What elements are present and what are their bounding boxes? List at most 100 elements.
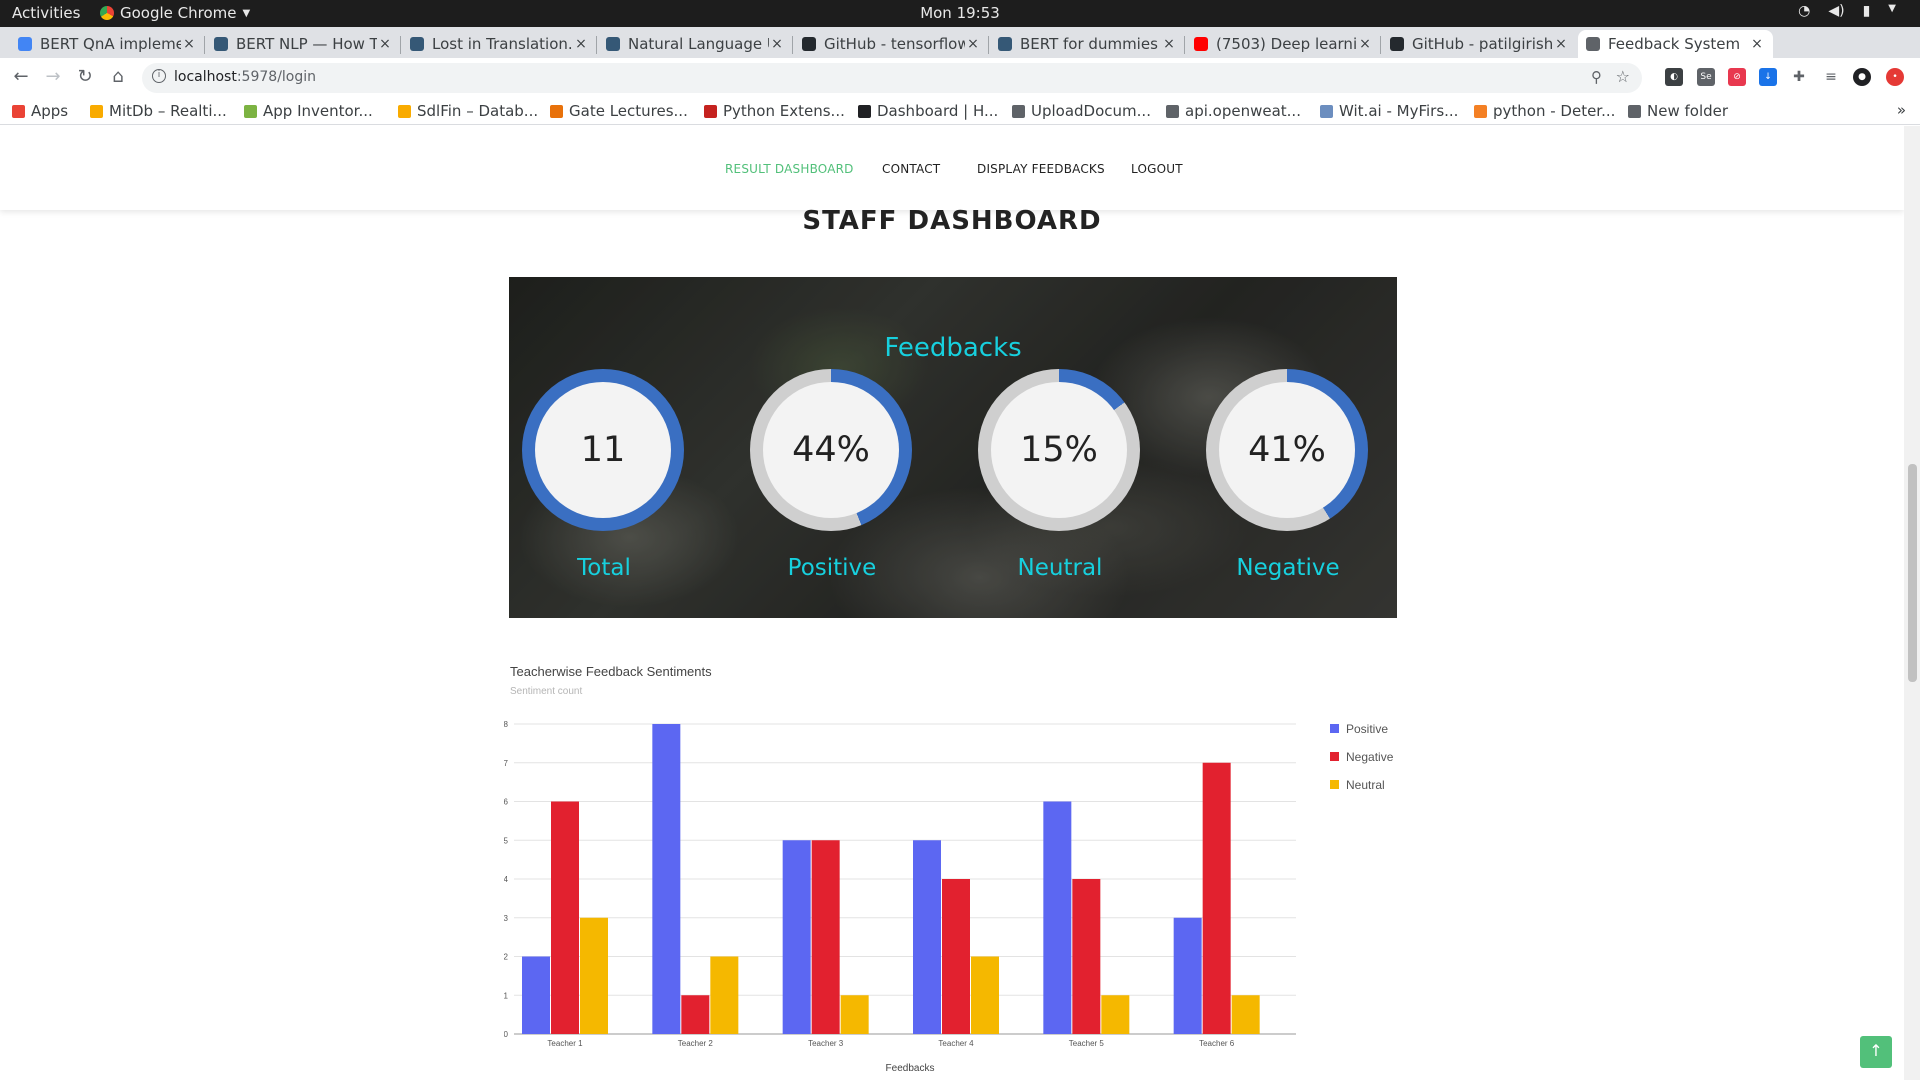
bookmark-apps[interactable]: Apps — [12, 102, 68, 120]
scrollbar-thumb[interactable] — [1908, 464, 1917, 682]
activities-button[interactable]: Activities — [12, 4, 80, 22]
battery-icon[interactable]: ▮ — [1863, 3, 1871, 19]
bar-negative-teacher-3[interactable] — [811, 840, 840, 1034]
browser-tab[interactable]: BERT QnA impleme × — [10, 30, 205, 58]
close-tab-icon[interactable]: × — [1553, 36, 1569, 52]
legend-label[interactable]: Negative — [1346, 750, 1394, 764]
nav-display-feedbacks[interactable]: DISPLAY FEEDBACKS — [977, 162, 1105, 176]
close-tab-icon[interactable]: × — [181, 36, 197, 52]
bookmark-item[interactable]: python - Deter... — [1474, 102, 1615, 120]
browser-tab[interactable]: Natural Language U × — [598, 30, 793, 58]
home-icon[interactable]: ⌂ — [106, 66, 130, 87]
chart-title: Teacherwise Feedback Sentiments — [510, 664, 712, 679]
bookmark-star-icon[interactable]: ☆ — [1616, 67, 1630, 86]
bar-positive-teacher-5[interactable] — [1043, 801, 1072, 1035]
notification-icon[interactable]: • — [1886, 68, 1904, 86]
app-menu[interactable]: Google Chrome ▼ — [100, 4, 250, 22]
feedback-stats-panel: Feedbacks 11 44% 15% 41% Total Positive … — [509, 277, 1397, 618]
browser-tab[interactable]: BERT for dummies × — [990, 30, 1185, 58]
bookmark-item[interactable]: Gate Lectures... — [550, 102, 688, 120]
close-tab-icon[interactable]: × — [1749, 36, 1765, 52]
avatar[interactable]: ● — [1853, 68, 1871, 86]
bookmarks-overflow-icon[interactable]: » — [1897, 101, 1906, 119]
selenium-extension-icon[interactable]: Se — [1697, 68, 1715, 86]
bar-positive-teacher-6[interactable] — [1173, 917, 1202, 1034]
y-tick-label: 5 — [504, 836, 509, 845]
negative-value: 41% — [1219, 382, 1355, 518]
chrome-icon — [100, 6, 114, 20]
chevron-down-icon[interactable]: ▼ — [1888, 3, 1896, 19]
y-tick-label: 2 — [504, 953, 509, 962]
bar-neutral-teacher-4[interactable] — [971, 956, 999, 1035]
bookmark-item[interactable]: MitDb – Realti... — [90, 102, 227, 120]
y-tick-label: 7 — [504, 759, 509, 768]
bar-positive-teacher-3[interactable] — [782, 840, 811, 1034]
bar-neutral-teacher-3[interactable] — [840, 995, 869, 1034]
forward-icon[interactable]: → — [41, 66, 65, 87]
page-scrollbar[interactable] — [1904, 126, 1920, 1080]
bar-neutral-teacher-2[interactable] — [710, 956, 739, 1035]
wifi-icon[interactable]: ◔ — [1798, 3, 1810, 19]
back-icon[interactable]: ← — [9, 66, 33, 87]
bookmark-item[interactable]: Wit.ai - MyFirs... — [1320, 102, 1458, 120]
bar-negative-teacher-1[interactable] — [551, 801, 579, 1035]
close-tab-icon[interactable]: × — [965, 36, 981, 52]
bar-negative-teacher-2[interactable] — [681, 995, 710, 1034]
legend-label[interactable]: Positive — [1346, 722, 1388, 736]
x-tick-label: Teacher 4 — [938, 1039, 974, 1048]
positive-label: Positive — [787, 555, 877, 581]
extension-icon[interactable]: ⊘ — [1728, 68, 1746, 86]
bookmark-item[interactable]: UploadDocum... — [1012, 102, 1151, 120]
bookmark-item[interactable]: Python Extens... — [704, 102, 845, 120]
legend-label[interactable]: Neutral — [1346, 778, 1385, 792]
bar-positive-teacher-2[interactable] — [652, 724, 681, 1034]
bar-positive-teacher-4[interactable] — [913, 840, 941, 1034]
address-bar[interactable]: i localhost:5978/login ⚲ ☆ — [142, 63, 1642, 93]
url-text[interactable]: localhost:5978/login — [174, 69, 316, 85]
close-tab-icon[interactable]: × — [769, 36, 785, 52]
reload-icon[interactable]: ↻ — [73, 66, 97, 87]
bookmark-item[interactable]: api.openweat... — [1166, 102, 1301, 120]
browser-tab[interactable]: BERT NLP — How T × — [206, 30, 401, 58]
media-icon[interactable]: ≡ — [1822, 68, 1840, 86]
x-tick-label: Teacher 1 — [547, 1039, 583, 1048]
tab-label: Lost in Translation. — [432, 35, 573, 53]
bookmark-item[interactable]: New folder — [1628, 102, 1728, 120]
search-icon[interactable]: ⚲ — [1591, 68, 1602, 86]
browser-tab[interactable]: (7503) Deep learnin × — [1186, 30, 1381, 58]
app-name: Google Chrome — [120, 4, 237, 22]
volume-icon[interactable]: ◀) — [1828, 3, 1844, 19]
browser-tab[interactable]: GitHub - tensorflow × — [794, 30, 989, 58]
bar-neutral-teacher-5[interactable] — [1101, 995, 1130, 1034]
close-tab-icon[interactable]: × — [377, 36, 393, 52]
bookmark-item[interactable]: SdlFin – Datab... — [398, 102, 538, 120]
bar-neutral-teacher-1[interactable] — [580, 917, 608, 1034]
tab-label: BERT NLP — How T — [236, 35, 377, 53]
bookmark-label: New folder — [1647, 102, 1729, 120]
close-tab-icon[interactable]: × — [1357, 36, 1373, 52]
bar-negative-teacher-4[interactable] — [942, 879, 970, 1034]
nav-result-dashboard[interactable]: RESULT DASHBOARD — [725, 162, 854, 176]
y-tick-label: 8 — [504, 720, 509, 729]
download-icon[interactable]: ↓ — [1759, 68, 1777, 86]
bar-neutral-teacher-6[interactable] — [1231, 995, 1260, 1034]
scroll-to-top-button[interactable]: ↑ — [1860, 1036, 1892, 1068]
info-icon[interactable]: i — [152, 69, 166, 83]
bookmarks-bar: Apps MitDb – Realti... App Inventor... SdlF… — [0, 98, 1920, 125]
tab-label: BERT for dummies — [1020, 35, 1158, 53]
system-tray[interactable]: ◔ ◀) ▮ ▼ — [1798, 3, 1896, 19]
bookmark-item[interactable]: App Inventor... — [244, 102, 373, 120]
bar-negative-teacher-5[interactable] — [1072, 879, 1101, 1034]
browser-tab[interactable]: Feedback System × — [1578, 30, 1773, 58]
bar-positive-teacher-1[interactable] — [522, 956, 550, 1035]
browser-tab[interactable]: Lost in Translation. × — [402, 30, 597, 58]
close-tab-icon[interactable]: × — [573, 36, 589, 52]
puzzle-icon[interactable]: ✚ — [1790, 68, 1808, 86]
nav-logout[interactable]: LOGOUT — [1131, 162, 1183, 176]
browser-tab[interactable]: GitHub - patilgirish × — [1382, 30, 1577, 58]
nav-contact[interactable]: CONTACT — [882, 162, 940, 176]
bar-negative-teacher-6[interactable] — [1202, 762, 1231, 1034]
bookmark-item[interactable]: Dashboard | H... — [858, 102, 998, 120]
close-tab-icon[interactable]: × — [1161, 36, 1177, 52]
extension-icon[interactable]: ◐ — [1665, 68, 1683, 86]
